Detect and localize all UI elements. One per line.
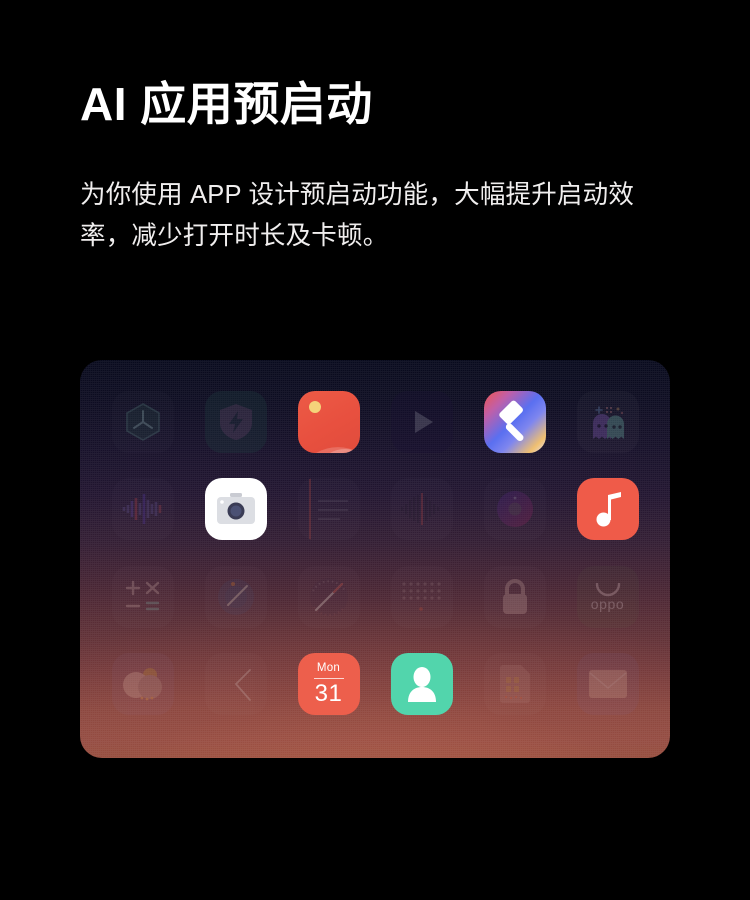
app-cell[interactable] [375,641,468,729]
calendar-day: 31 [314,679,343,707]
app-cell[interactable] [96,378,189,466]
private-safe-app[interactable] [484,566,546,628]
app-cell[interactable] [282,553,375,641]
app-cell[interactable] [561,378,654,466]
app-cell[interactable] [189,641,282,729]
app-cell[interactable] [375,553,468,641]
app-cell[interactable] [468,466,561,554]
play-triangle-icon [407,407,437,437]
camera-app[interactable] [204,478,267,541]
waveform-bars-icon [120,492,166,526]
compass-dial-icon [214,575,258,619]
app-cell[interactable] [96,553,189,641]
app-cell[interactable] [375,378,468,466]
dot-grid-app[interactable] [391,566,453,628]
app-cell[interactable] [468,641,561,729]
app-cell[interactable] [96,641,189,729]
clock-app[interactable] [205,653,267,715]
recorder-app[interactable] [391,478,453,540]
padlock-icon [498,578,532,616]
security-app[interactable] [204,390,267,453]
app-cell[interactable] [561,466,654,554]
gallery-app[interactable] [297,390,360,453]
clock-hands-icon [214,662,258,706]
cloud-fruit-icon [120,665,166,703]
app-cell[interactable] [189,553,282,641]
page-subtitle: 为你使用 APP 设计预启动功能，大幅提升启动效率，减少打开时长及卡顿。 [80,180,635,251]
voice-waveform-icon [399,492,445,526]
calendar-divider [313,677,344,679]
app-grid-panel: oppo Mon 31 [80,360,670,758]
video-player-app[interactable] [390,390,453,453]
paint-roller-icon [492,399,538,445]
themes-app[interactable] [483,390,546,453]
soundbar-app[interactable] [112,478,174,540]
promo-page: AI 应用预启动 为你使用 APP 设计预启动功能，大幅提升启动效率，减少打开时… [0,0,750,900]
game-center-app[interactable] [577,391,639,453]
app-cell[interactable]: oppo [561,553,654,641]
music-app[interactable] [576,478,639,541]
app-cell[interactable] [468,378,561,466]
sim-card-icon [498,664,532,704]
page-title: AI 应用预启动 [80,78,373,130]
app-cell[interactable] [468,553,561,641]
music-note-icon [591,489,625,529]
app-cell[interactable]: Mon 31 [282,641,375,729]
calendar-weekday: Mon [316,662,341,674]
app-cell[interactable] [375,466,468,554]
app-market-app[interactable]: oppo [576,565,639,628]
app-cell[interactable] [189,378,282,466]
lined-notebook-icon [298,478,360,541]
dot-matrix-icon [400,580,444,614]
speedometer-needle-icon [306,574,352,620]
calendar-app[interactable]: Mon 31 [297,653,360,716]
theme-hexagon-app[interactable] [112,391,174,453]
shield-bolt-icon [219,403,253,441]
notes-app[interactable] [298,478,360,541]
sim-toolkit-app[interactable] [484,653,546,715]
plus-minus-times-equals-icon [123,579,163,615]
disc-player-app[interactable] [484,478,546,540]
mail-app[interactable] [576,653,639,716]
app-cell[interactable] [282,466,375,554]
app-cell[interactable] [561,641,654,729]
photos-sun-icon [298,391,360,453]
app-cell[interactable] [282,378,375,466]
envelope-icon [588,669,628,699]
ghosts-icon [588,403,628,441]
weather-app[interactable] [111,653,174,716]
app-grid: oppo Mon 31 [80,360,670,758]
app-cell[interactable] [96,466,189,554]
heading-block: AI 应用预启动 为你使用 APP 设计预启动功能，大幅提升启动效率，减少打开时… [80,78,680,257]
vinyl-record-icon [495,489,535,529]
contacts-app[interactable] [390,653,453,716]
app-cell[interactable] [189,466,282,554]
compass-app[interactable] [205,566,267,628]
hexagon-fan-icon [125,402,160,441]
calculator-app[interactable] [112,566,174,628]
person-silhouette-icon [405,666,439,703]
app-market-label: oppo [590,595,625,612]
gauge-app[interactable] [298,566,360,628]
camera-icon [215,492,257,526]
oppo-shopping-bag-icon [591,582,625,597]
